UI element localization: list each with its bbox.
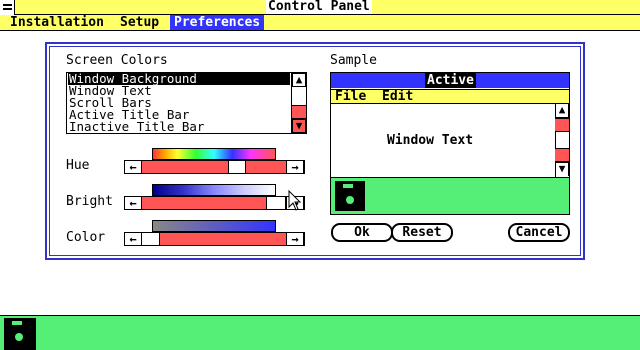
bright-thumb[interactable] (266, 197, 286, 209)
color-left-arrow-icon[interactable]: ← (124, 232, 142, 246)
color-slider[interactable]: ← → (124, 232, 305, 246)
menu-bar: Installation Setup Preferences (0, 15, 640, 31)
list-item[interactable]: Inactive Title Bar (68, 120, 204, 133)
brightness-gradient (152, 184, 276, 196)
sample-scroll-thumb (555, 118, 569, 132)
sample-scrollbar: ▲ ▼ (555, 104, 569, 177)
scroll-down-icon[interactable]: ▼ (292, 119, 306, 133)
cancel-button[interactable]: Cancel (508, 223, 570, 242)
bright-left-arrow-icon[interactable]: ← (124, 196, 142, 210)
sample-client-area: Window Text (331, 104, 555, 177)
color-fill (160, 233, 286, 245)
color-thumb[interactable] (142, 233, 160, 245)
scroll-thumb[interactable] (292, 105, 306, 119)
menu-installation[interactable]: Installation (6, 15, 108, 30)
sample-menu-edit: Edit (382, 89, 414, 104)
hue-right-arrow-icon[interactable]: → (286, 160, 304, 174)
screen-colors-label: Screen Colors (66, 53, 168, 68)
hue-fill (142, 161, 232, 173)
list-scrollbar[interactable]: ▲ ▼ (291, 72, 307, 134)
sample-title-bar: Active (331, 73, 569, 88)
menu-setup[interactable]: Setup (116, 15, 163, 30)
color-right-arrow-icon[interactable]: → (286, 232, 304, 246)
mouse-pointer-icon (288, 190, 302, 211)
sample-scroll-fill (555, 148, 569, 162)
bright-fill (142, 197, 268, 209)
menu-preferences[interactable]: Preferences (170, 15, 265, 30)
hue-thumb[interactable] (228, 161, 246, 173)
saturation-gradient (152, 220, 276, 232)
hue-fill-right (246, 161, 286, 173)
sample-scroll-down-icon: ▼ (555, 162, 569, 176)
bright-label: Bright (66, 194, 113, 209)
sample-menu-file: File (335, 89, 367, 104)
sample-menu-bar: File Edit (331, 89, 569, 104)
sample-desktop (331, 177, 569, 214)
sample-scroll-up-icon: ▲ (555, 104, 569, 118)
hue-label: Hue (66, 158, 90, 173)
desktop-area (0, 315, 640, 350)
ok-button[interactable]: Ok (331, 223, 393, 242)
sample-label: Sample (330, 53, 377, 68)
bright-slider[interactable]: ← → (124, 196, 305, 210)
hue-left-arrow-icon[interactable]: ← (124, 160, 142, 174)
sample-window-text: Window Text (387, 133, 474, 148)
scroll-up-icon[interactable]: ▲ (292, 73, 306, 87)
hue-spectrum (152, 148, 276, 160)
reset-button[interactable]: Reset (391, 223, 453, 242)
disk-icon[interactable] (4, 318, 36, 350)
sample-title-text: Active (425, 73, 476, 88)
color-label: Color (66, 230, 106, 245)
hue-slider[interactable]: ← → (124, 160, 305, 174)
disk-icon (335, 181, 365, 211)
system-menu-icon[interactable] (0, 0, 15, 15)
window-title: Control Panel (266, 0, 372, 14)
screen-colors-list[interactable]: Window Background Window Text Scroll Bar… (66, 72, 307, 134)
